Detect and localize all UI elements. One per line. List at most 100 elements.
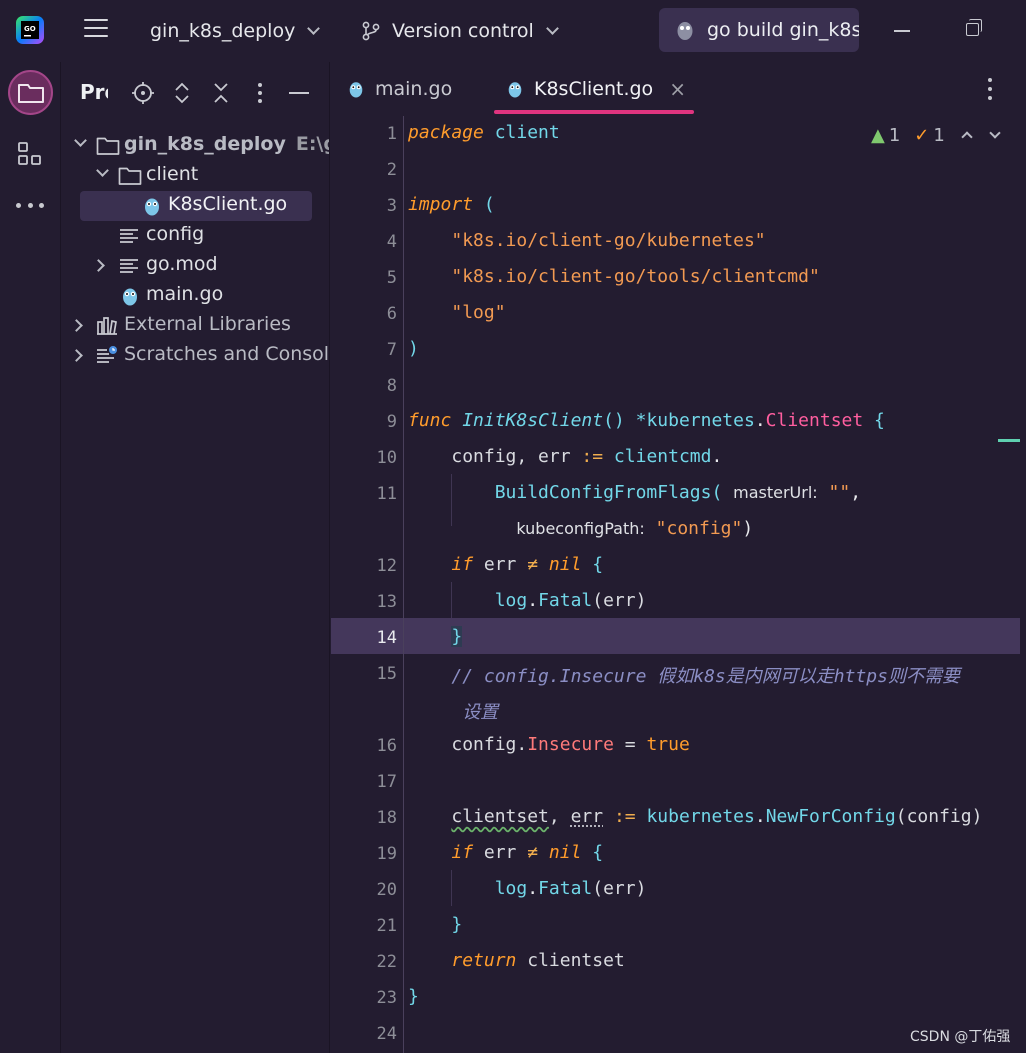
panel-title[interactable]: Project bbox=[80, 80, 108, 104]
code-line[interactable]: BuildConfigFromFlags( masterUrl: "", bbox=[408, 482, 861, 503]
restore-window-icon[interactable] bbox=[966, 19, 982, 36]
chevron-right-icon[interactable] bbox=[70, 349, 83, 362]
code-line[interactable]: log.Fatal(err) bbox=[408, 590, 647, 611]
line-number: 21 bbox=[376, 916, 397, 936]
code-line[interactable]: if err ≠ nil { bbox=[408, 842, 603, 863]
folder-icon bbox=[96, 137, 120, 155]
line-number: 18 bbox=[376, 808, 397, 828]
collapse-all-icon[interactable] bbox=[208, 80, 234, 106]
vcs-widget[interactable]: Version control bbox=[360, 0, 559, 62]
chevron-down-icon[interactable] bbox=[74, 134, 87, 147]
inspections-widget[interactable]: ▲ 1 ✓ 1 bbox=[871, 122, 1001, 148]
code-line[interactable]: "k8s.io/client-go/tools/clientcmd" bbox=[408, 266, 819, 287]
code-comment[interactable]: // config.Insecure 假如k8s是内网可以走https则不需要 bbox=[408, 662, 960, 688]
code-line[interactable]: config, err := clientcmd. bbox=[408, 446, 722, 467]
tab-main-go[interactable]: main.go bbox=[347, 62, 452, 116]
tree-item-label: client bbox=[146, 163, 199, 185]
tree-item-k8sclient-go[interactable]: K8sClient.go bbox=[80, 191, 312, 221]
run-config-label: go build gin_k8s_ bbox=[707, 19, 859, 41]
code-line[interactable]: clientset, err := kubernetes.NewForConfi… bbox=[408, 806, 982, 827]
go-file-icon bbox=[123, 288, 137, 306]
line-number: 19 bbox=[376, 844, 397, 864]
code-line[interactable]: ) bbox=[408, 338, 419, 359]
code-line[interactable]: } bbox=[408, 986, 419, 1007]
line-number: 13 bbox=[376, 592, 397, 612]
project-path: E:\go bbox=[295, 133, 329, 155]
code-comment[interactable]: 设置 bbox=[408, 698, 498, 724]
active-tab-indicator bbox=[494, 110, 694, 114]
line-number: 20 bbox=[376, 880, 397, 900]
tab-k8sclient-go[interactable]: K8sClient.go × bbox=[506, 62, 686, 116]
go-file-icon bbox=[508, 82, 522, 98]
tree-item-external-libraries[interactable]: External Libraries bbox=[62, 311, 329, 341]
chevron-down-icon bbox=[545, 22, 559, 35]
tree-item-config[interactable]: config bbox=[62, 221, 329, 251]
run-configuration-selector[interactable]: go build gin_k8s_ bbox=[659, 8, 859, 52]
close-tab-icon[interactable]: × bbox=[669, 77, 686, 101]
tool-window-bar bbox=[0, 62, 61, 1053]
locate-file-icon[interactable] bbox=[130, 80, 156, 106]
hide-panel-icon[interactable] bbox=[286, 80, 312, 106]
project-widget[interactable]: gin_k8s_deploy bbox=[150, 0, 321, 62]
code-line[interactable]: package client bbox=[408, 122, 560, 143]
line-number: 17 bbox=[376, 772, 397, 792]
tree-item-main-go[interactable]: main.go bbox=[62, 281, 329, 311]
tree-item-project-root[interactable]: gin_k8s_deploy E:\go bbox=[62, 131, 329, 161]
project-tool-button[interactable] bbox=[8, 70, 53, 115]
code-line[interactable]: return clientset bbox=[408, 950, 624, 971]
code-line[interactable]: log.Fatal(err) bbox=[408, 878, 647, 899]
gopher-icon bbox=[677, 22, 693, 40]
line-number: 3 bbox=[386, 196, 397, 216]
project-panel: Project gin_k8s_deploy E:\go client bbox=[62, 62, 330, 1053]
project-name: gin_k8s_deploy bbox=[150, 20, 296, 42]
more-tools-icon[interactable] bbox=[16, 198, 44, 212]
line-number: 10 bbox=[376, 448, 397, 468]
line-number: 8 bbox=[386, 376, 397, 396]
next-highlight-icon[interactable] bbox=[989, 127, 1001, 139]
previous-highlight-icon[interactable] bbox=[961, 131, 973, 143]
tree-item-scratches[interactable]: Scratches and Consoles bbox=[62, 341, 329, 371]
chevron-right-icon[interactable] bbox=[92, 259, 105, 272]
tree-item-go-mod[interactable]: go.mod bbox=[62, 251, 329, 281]
code-line[interactable]: } bbox=[408, 626, 463, 647]
code-line[interactable]: config.Insecure = true bbox=[408, 734, 689, 755]
tree-item-label: main.go bbox=[146, 283, 224, 305]
goland-logo-icon[interactable]: GO bbox=[16, 16, 44, 44]
code-line[interactable]: } bbox=[408, 914, 462, 935]
code-line[interactable]: "log" bbox=[408, 302, 505, 323]
library-icon bbox=[97, 317, 117, 335]
code-line[interactable]: func InitK8sClient() *kubernetes.Clients… bbox=[408, 410, 885, 431]
minimize-window-icon[interactable] bbox=[894, 30, 910, 32]
line-number: 24 bbox=[376, 1024, 397, 1044]
structure-icon[interactable] bbox=[16, 140, 44, 168]
tree-item-label: go.mod bbox=[146, 253, 218, 275]
title-bar: GO gin_k8s_deploy Version control go bui… bbox=[0, 0, 1026, 62]
code-line[interactable]: "k8s.io/client-go/kubernetes" bbox=[408, 230, 765, 251]
main-menu-icon[interactable] bbox=[84, 19, 108, 41]
project-panel-header: Project bbox=[62, 62, 329, 124]
tree-item-label: External Libraries bbox=[124, 313, 291, 335]
chevron-right-icon[interactable] bbox=[70, 319, 83, 332]
scrollbar-marker[interactable] bbox=[998, 439, 1020, 442]
options-menu-icon[interactable] bbox=[247, 80, 273, 106]
line-number: 5 bbox=[386, 268, 397, 288]
code-line[interactable]: kubeconfigPath: "config") bbox=[408, 518, 753, 539]
expand-all-icon[interactable] bbox=[169, 80, 195, 106]
typo-count: 1 bbox=[933, 124, 945, 146]
watermark: CSDN @丁佑强 bbox=[910, 1029, 1011, 1045]
line-number: 15 bbox=[376, 664, 397, 684]
code-line[interactable]: import ( bbox=[408, 194, 495, 215]
parameter-hint: masterUrl: bbox=[733, 483, 818, 502]
line-number: 6 bbox=[386, 304, 397, 324]
scratches-icon bbox=[97, 346, 117, 363]
branch-icon bbox=[362, 21, 380, 41]
code-line[interactable]: if err ≠ nil { bbox=[408, 554, 603, 575]
tab-options-icon[interactable] bbox=[988, 78, 992, 100]
go-file-icon bbox=[145, 198, 159, 216]
line-number: 12 bbox=[376, 556, 397, 576]
line-number: 9 bbox=[386, 412, 397, 432]
tree-item-label: K8sClient.go bbox=[168, 193, 288, 215]
editor-tabs: main.go K8sClient.go × bbox=[331, 62, 1026, 116]
chevron-down-icon[interactable] bbox=[96, 164, 109, 177]
tree-item-client-folder[interactable]: client bbox=[62, 161, 329, 191]
